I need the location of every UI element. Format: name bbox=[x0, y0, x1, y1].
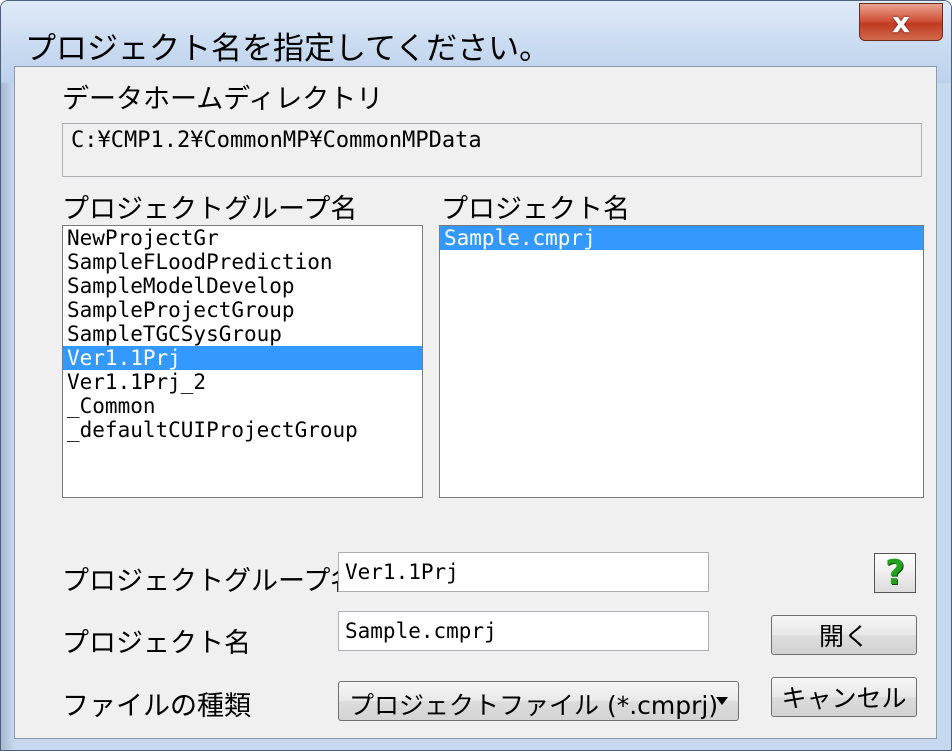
file-type-value: プロジェクトファイル (*.cmprj) bbox=[349, 691, 719, 720]
help-button[interactable]: ? bbox=[874, 553, 916, 593]
close-icon: x bbox=[891, 5, 911, 39]
close-button[interactable]: x bbox=[859, 3, 943, 41]
chevron-down-icon bbox=[716, 697, 728, 705]
group-name-label: プロジェクトグループ名 bbox=[62, 566, 358, 597]
data-home-label: データホームディレクトリ bbox=[62, 84, 384, 115]
group-name-input[interactable]: Ver1.1Prj bbox=[338, 552, 709, 592]
dialog-window: プロジェクト名を指定してください。 x データホームディレクトリ C:¥CMP1… bbox=[0, 0, 952, 751]
list-item[interactable]: _Common bbox=[63, 394, 422, 418]
data-home-field: C:¥CMP1.2¥CommonMP¥CommonMPData bbox=[62, 123, 922, 177]
list-item[interactable]: NewProjectGr bbox=[63, 226, 422, 250]
project-name-label: プロジェクト名 bbox=[62, 628, 251, 659]
list-item[interactable]: Ver1.1Prj_2 bbox=[63, 370, 422, 394]
group-listbox[interactable]: NewProjectGr SampleFLoodPrediction Sampl… bbox=[62, 225, 423, 498]
group-list-header: プロジェクトグループ名 bbox=[62, 194, 358, 225]
help-icon: ? bbox=[885, 553, 905, 593]
list-item[interactable]: SampleProjectGroup bbox=[63, 298, 422, 322]
file-type-select[interactable]: プロジェクトファイル (*.cmprj) bbox=[338, 681, 739, 721]
list-item[interactable]: _defaultCUIProjectGroup bbox=[63, 418, 422, 442]
project-name-input[interactable]: Sample.cmprj bbox=[338, 611, 709, 651]
group-name-value: Ver1.1Prj bbox=[345, 560, 459, 584]
list-item[interactable]: SampleTGCSysGroup bbox=[63, 322, 422, 346]
list-item-selected[interactable]: Sample.cmprj bbox=[440, 226, 923, 250]
window-frame bbox=[1, 83, 14, 750]
list-item-selected[interactable]: Ver1.1Prj bbox=[63, 346, 422, 370]
project-listbox[interactable]: Sample.cmprj bbox=[439, 225, 924, 498]
cancel-button[interactable]: キャンセル bbox=[771, 677, 917, 717]
list-item[interactable]: SampleModelDevelop bbox=[63, 274, 422, 298]
file-type-label: ファイルの種類 bbox=[62, 691, 251, 722]
data-home-path: C:¥CMP1.2¥CommonMP¥CommonMPData bbox=[71, 128, 482, 153]
open-button[interactable]: 開く bbox=[771, 615, 917, 655]
dialog-content: データホームディレクトリ C:¥CMP1.2¥CommonMP¥CommonMP… bbox=[14, 66, 937, 739]
project-name-value: Sample.cmprj bbox=[345, 619, 497, 643]
list-item[interactable]: SampleFLoodPrediction bbox=[63, 250, 422, 274]
window-title: プロジェクト名を指定してください。 bbox=[25, 31, 551, 67]
project-list-header: プロジェクト名 bbox=[441, 194, 630, 225]
